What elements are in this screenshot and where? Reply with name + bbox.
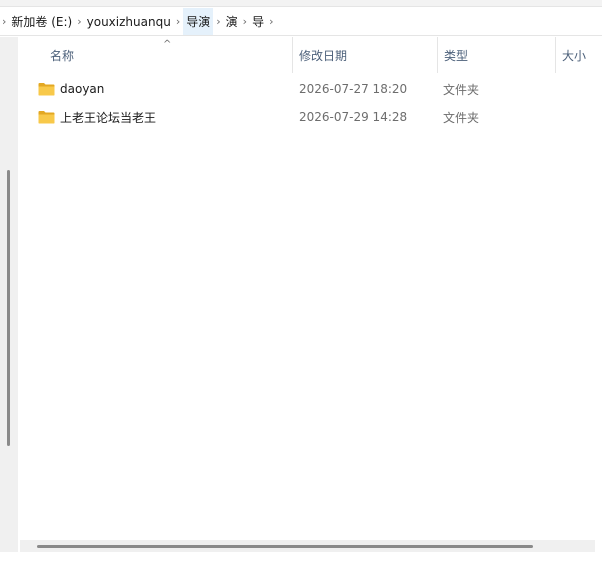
file-type-cell: 文件夹 bbox=[443, 82, 480, 97]
column-header-date-label: 修改日期 bbox=[299, 48, 348, 63]
file-list-view[interactable]: ^ 名称 修改日期 类型 大小 daoyan 2026-07-27 18:20 … bbox=[20, 37, 595, 540]
file-list: daoyan 2026-07-27 18:20 文件夹 上老王论坛当老王 202… bbox=[20, 75, 595, 131]
file-date-cell: 2026-07-29 14:28 bbox=[299, 110, 408, 124]
file-name: daoyan bbox=[60, 82, 105, 96]
column-header-type-label: 类型 bbox=[444, 48, 469, 63]
column-header-size-label: 大小 bbox=[562, 48, 587, 63]
column-header-date-modified[interactable]: 修改日期 bbox=[292, 37, 437, 73]
breadcrumb-root-chevron-icon[interactable]: › bbox=[0, 8, 9, 35]
breadcrumb-item-daoyan[interactable]: 导演 bbox=[183, 8, 214, 35]
breadcrumb-chevron-icon[interactable]: › bbox=[173, 8, 183, 35]
file-type-cell: 文件夹 bbox=[443, 110, 480, 125]
horizontal-scrollbar[interactable] bbox=[20, 540, 595, 552]
breadcrumb-chevron-icon[interactable]: › bbox=[74, 8, 84, 35]
breadcrumb-item-yan[interactable]: 演 bbox=[224, 8, 240, 35]
breadcrumb[interactable]: › 新加卷 (E:) › youxizhuanqu › 导演 › 演 › 导 › bbox=[0, 8, 602, 36]
file-name-cell[interactable]: daoyan bbox=[38, 75, 288, 103]
file-date-cell: 2026-07-27 18:20 bbox=[299, 82, 408, 96]
window-top-strip bbox=[0, 0, 602, 7]
horizontal-scroll-thumb[interactable] bbox=[37, 545, 533, 548]
breadcrumb-item-drive[interactable]: 新加卷 (E:) bbox=[9, 8, 74, 35]
folder-icon bbox=[38, 111, 55, 124]
navigation-pane-scrollbar[interactable] bbox=[0, 37, 18, 552]
file-name-cell[interactable]: 上老王论坛当老王 bbox=[38, 103, 288, 131]
file-row[interactable]: 上老王论坛当老王 2026-07-29 14:28 文件夹 bbox=[20, 103, 595, 131]
navigation-pane-scroll-thumb[interactable] bbox=[7, 170, 10, 446]
column-header-name[interactable]: ^ 名称 bbox=[20, 37, 292, 73]
folder-icon bbox=[38, 83, 55, 96]
breadcrumb-chevron-icon[interactable]: › bbox=[213, 8, 223, 35]
window-bottom-strip bbox=[0, 552, 602, 561]
breadcrumb-item-dao[interactable]: 导 bbox=[250, 8, 266, 35]
column-header-type[interactable]: 类型 bbox=[437, 37, 555, 73]
column-header-name-label: 名称 bbox=[50, 48, 75, 63]
sort-ascending-icon: ^ bbox=[163, 39, 172, 50]
file-name: 上老王论坛当老王 bbox=[60, 110, 157, 125]
file-explorer-window: › 新加卷 (E:) › youxizhuanqu › 导演 › 演 › 导 ›… bbox=[0, 0, 602, 561]
file-row[interactable]: daoyan 2026-07-27 18:20 文件夹 bbox=[20, 75, 595, 103]
breadcrumb-chevron-icon[interactable]: › bbox=[240, 8, 250, 35]
breadcrumb-item-youxizhuanqu[interactable]: youxizhuanqu bbox=[85, 8, 173, 35]
window-right-edge bbox=[595, 37, 602, 552]
column-headers: ^ 名称 修改日期 类型 大小 bbox=[20, 37, 595, 73]
column-header-size[interactable]: 大小 bbox=[555, 37, 595, 73]
breadcrumb-chevron-icon[interactable]: › bbox=[266, 8, 276, 35]
